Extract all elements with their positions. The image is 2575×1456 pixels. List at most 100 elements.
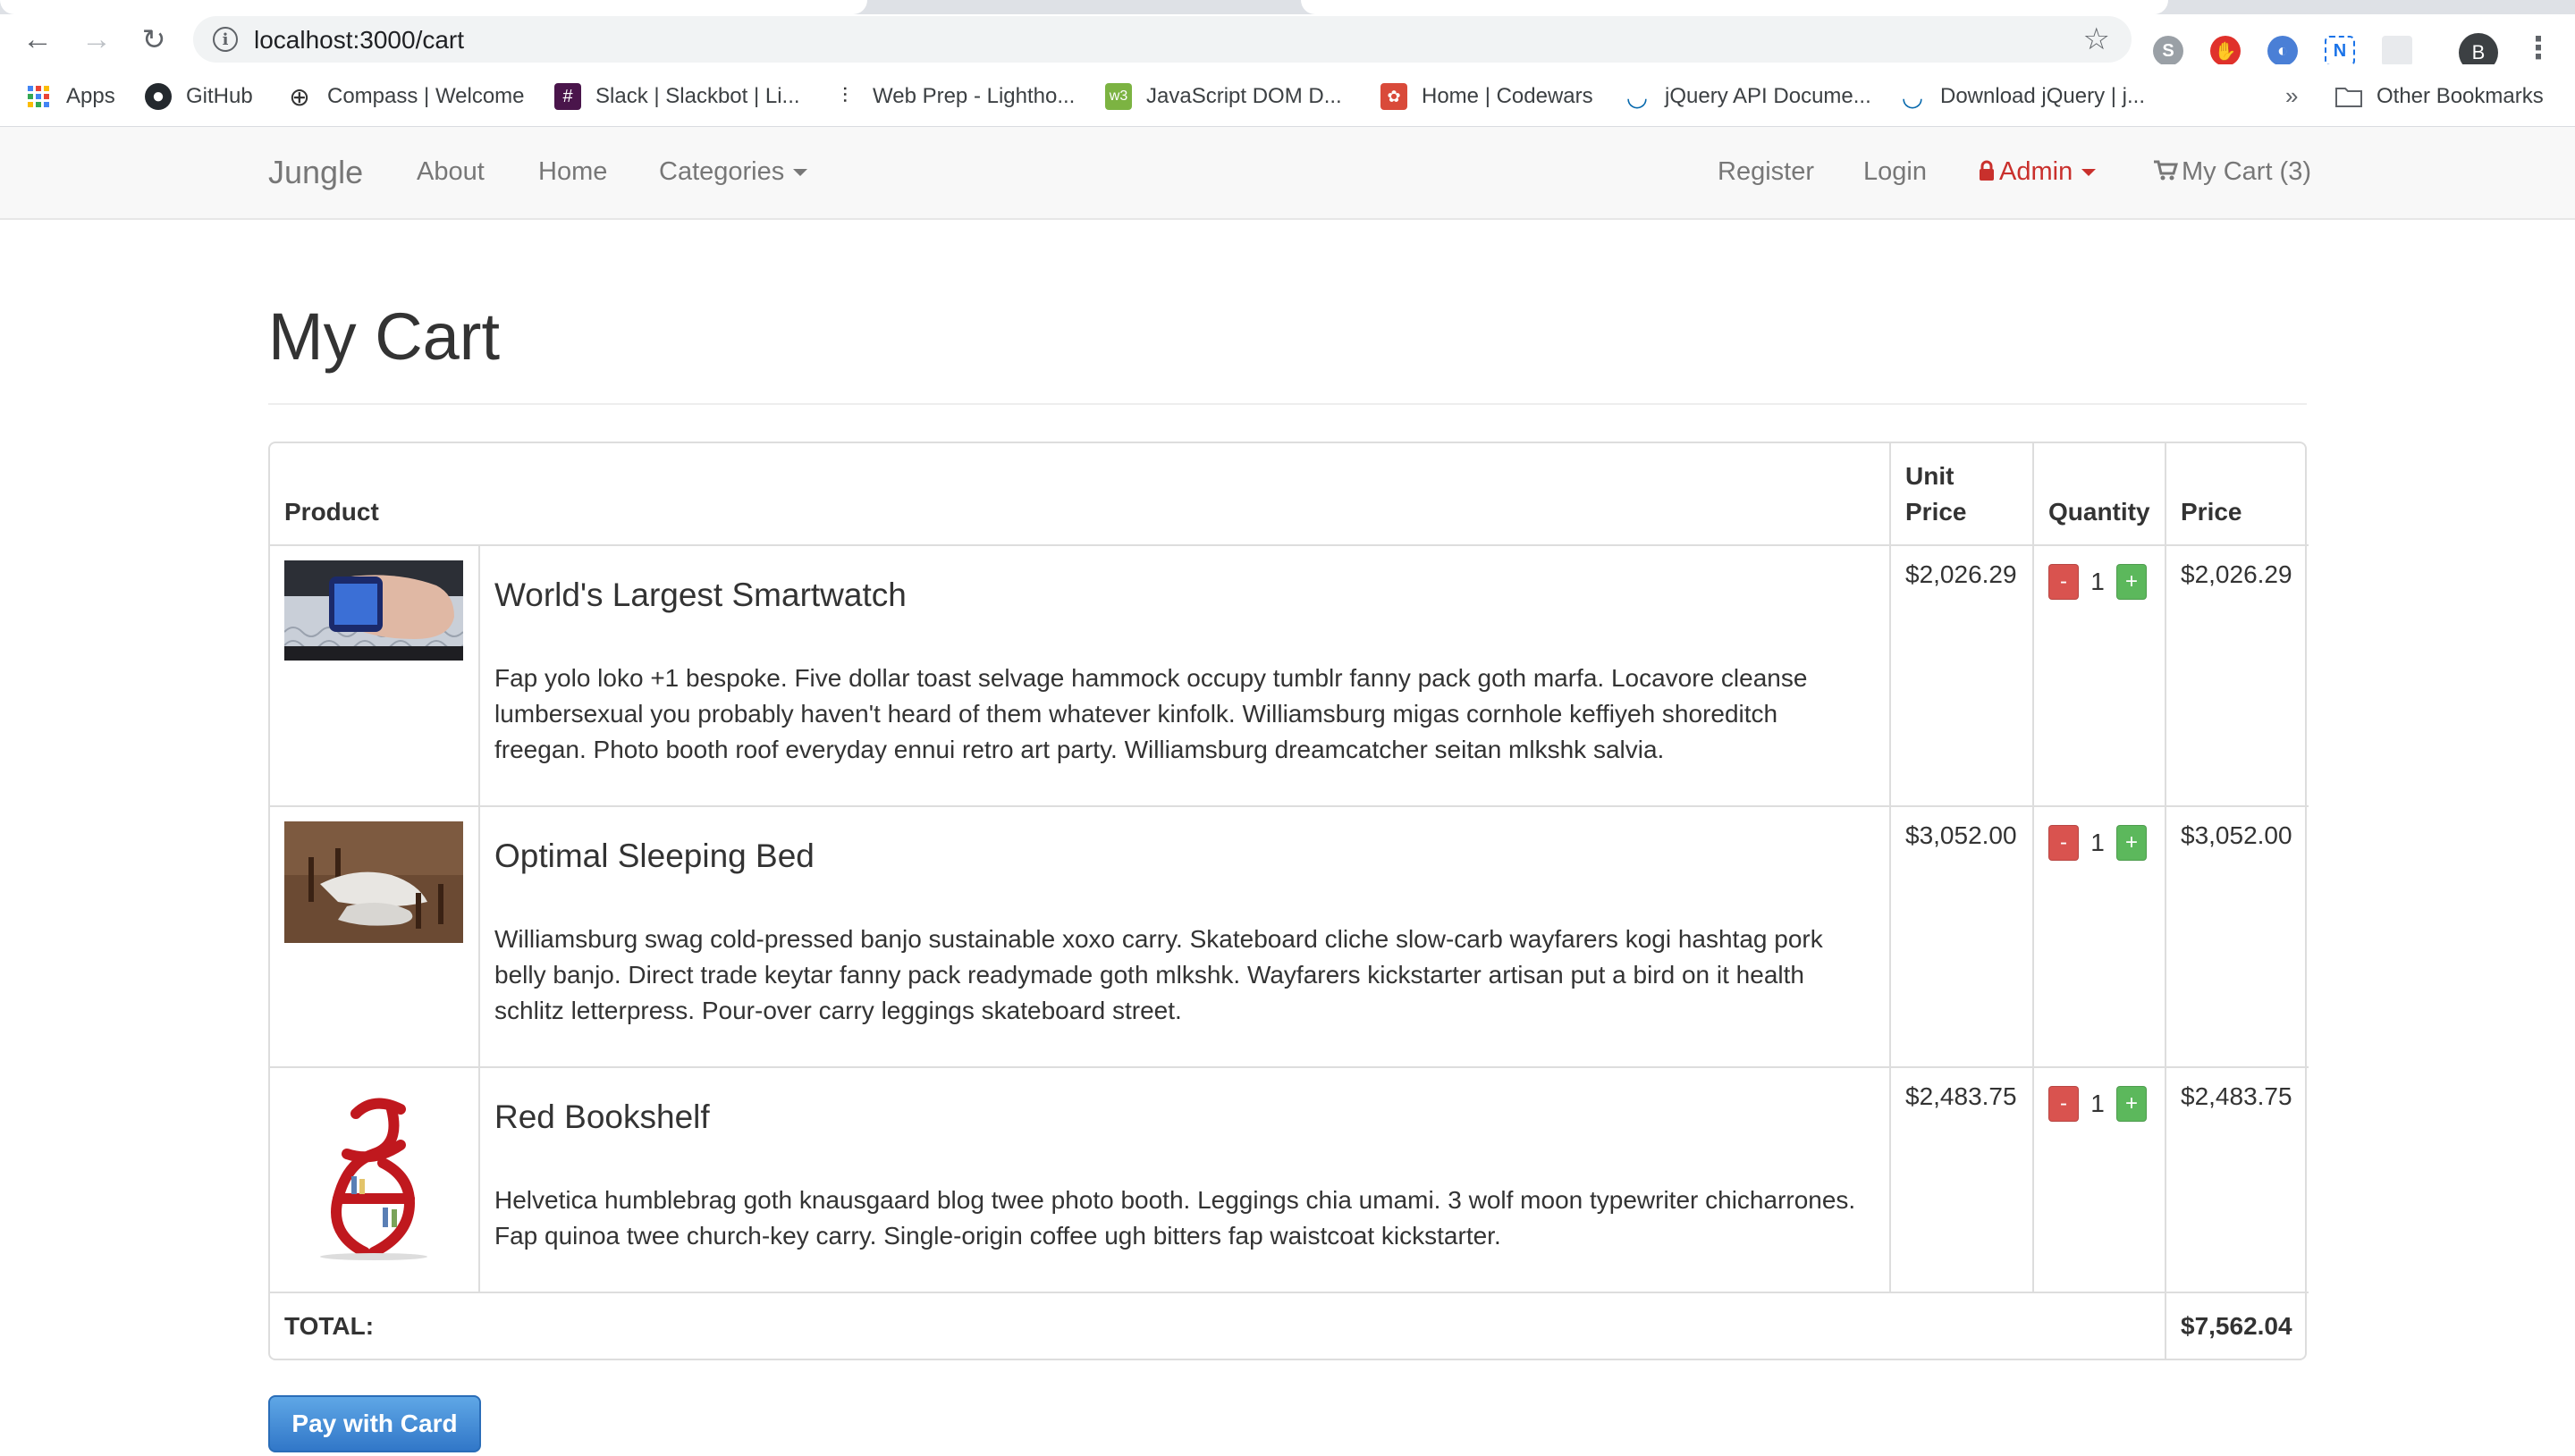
- bookmark-label: jQuery API Docume...: [1665, 84, 1871, 108]
- app-navbar: Jungle About Home Categories Register Lo…: [0, 127, 2575, 220]
- header-unit-price: Unit Price: [1889, 443, 2034, 546]
- lighthouse-icon: ⫶: [842, 84, 848, 108]
- header-quantity: Quantity: [2032, 443, 2166, 546]
- other-bookmarks[interactable]: Other Bookmarks: [2335, 80, 2544, 113]
- reload-icon[interactable]: ↻: [136, 21, 172, 57]
- lock-icon: [1980, 160, 1994, 181]
- price-cell: $2,483.75: [2165, 1066, 2309, 1293]
- site-info-icon[interactable]: i: [213, 27, 238, 52]
- bookmark-slack[interactable]: # Slack | Slackbot | Li...: [554, 80, 800, 113]
- bookmark-lighthouse[interactable]: ⫶ Web Prep - Lightho...: [832, 80, 1075, 113]
- browser-tab[interactable]: [0, 0, 867, 14]
- price-cell: $2,026.29: [2165, 544, 2309, 807]
- increase-quantity-button[interactable]: +: [2116, 825, 2147, 861]
- decrease-quantity-button[interactable]: -: [2048, 1086, 2079, 1122]
- product-description: Helvetica humblebrag goth knausgaard blo…: [494, 1186, 1856, 1250]
- jquery-icon: ◡: [1625, 82, 1649, 111]
- smartwatch-image: [284, 560, 463, 661]
- product-image-cell: [270, 1066, 480, 1293]
- skype-extension-icon[interactable]: S: [2153, 36, 2183, 66]
- product-name[interactable]: World's Largest Smartwatch: [494, 577, 1875, 614]
- bookmark-label: Download jQuery | j...: [1940, 84, 2145, 108]
- total-label: TOTAL:: [270, 1292, 2166, 1359]
- slack-icon: #: [554, 83, 581, 110]
- unit-price-cell: $2,026.29: [1889, 544, 2034, 807]
- divider: [268, 403, 2307, 405]
- bookmark-star-icon[interactable]: ☆: [2083, 21, 2110, 57]
- nav-categories-label: Categories: [659, 157, 785, 186]
- product-name[interactable]: Red Bookshelf: [494, 1098, 1875, 1136]
- extension-icon[interactable]: [2382, 36, 2412, 66]
- quantity-value: 1: [2090, 568, 2105, 595]
- product-description: Williamsburg swag cold-pressed banjo sus…: [494, 925, 1823, 1024]
- table-row: Red Bookshelf Helvetica humblebrag goth …: [270, 1066, 2309, 1293]
- product-name[interactable]: Optimal Sleeping Bed: [494, 837, 1875, 875]
- chevron-down-icon: [2081, 169, 2097, 177]
- github-icon: ●: [145, 83, 172, 110]
- nav-my-cart[interactable]: My Cart (3): [2153, 157, 2311, 187]
- product-image-cell: [270, 805, 480, 1068]
- bookmark-label: Slack | Slackbot | Li...: [595, 84, 800, 108]
- quantity-stepper: - 1 +: [2048, 825, 2150, 861]
- folder-icon: [2335, 83, 2362, 110]
- bookmark-label: JavaScript DOM D...: [1146, 84, 1342, 108]
- bookmark-jquery-api[interactable]: ◡ jQuery API Docume...: [1624, 80, 1871, 113]
- page-title: My Cart: [268, 299, 500, 374]
- increase-quantity-button[interactable]: +: [2116, 1086, 2147, 1122]
- nav-categories-dropdown[interactable]: Categories: [659, 157, 808, 187]
- table-row: Optimal Sleeping Bed Williamsburg swag c…: [270, 805, 2309, 1068]
- browser-tab[interactable]: [1301, 0, 2168, 14]
- bookmark-compass[interactable]: ⊕ Compass | Welcome: [286, 80, 524, 113]
- product-details-cell: World's Largest Smartwatch Fap yolo loko…: [478, 544, 1891, 807]
- cart-icon: [2154, 160, 2179, 181]
- nav-about[interactable]: About: [417, 157, 485, 187]
- product-image-cell: [270, 544, 480, 807]
- unit-price-cell: $3,052.00: [1889, 805, 2034, 1068]
- quantity-stepper: - 1 +: [2048, 1086, 2150, 1122]
- quantity-cell: - 1 +: [2032, 1066, 2166, 1293]
- nav-home[interactable]: Home: [538, 157, 607, 187]
- bookmarks-overflow-icon[interactable]: »: [2285, 82, 2298, 110]
- bookmarks-bar: Apps ● GitHub ⊕ Compass | Welcome # Slac…: [0, 64, 2575, 127]
- forward-icon[interactable]: →: [79, 21, 114, 57]
- jquery-icon: ◡: [1901, 82, 1924, 111]
- back-icon[interactable]: ←: [20, 21, 55, 57]
- browser-menu-icon[interactable]: ⋮: [2523, 30, 2554, 66]
- quantity-cell: - 1 +: [2032, 544, 2166, 807]
- nav-admin-dropdown[interactable]: Admin: [1978, 157, 2097, 187]
- pay-with-card-button[interactable]: Pay with Card: [268, 1395, 481, 1452]
- header-product: Product: [270, 443, 1891, 546]
- price-cell: $3,052.00: [2165, 805, 2309, 1068]
- codewars-icon: ✿: [1380, 83, 1407, 110]
- cart-table: Product Unit Price Quantity Price World'…: [270, 443, 2309, 1359]
- sleeping-bed-image: [284, 821, 463, 943]
- nav-cart-label: My Cart (3): [2182, 157, 2311, 186]
- adblock-extension-icon[interactable]: ✋: [2210, 36, 2241, 66]
- product-details-cell: Optimal Sleeping Bed Williamsburg swag c…: [478, 805, 1891, 1068]
- n-extension-icon[interactable]: N: [2325, 36, 2355, 66]
- address-url[interactable]: localhost:3000/cart: [254, 26, 464, 55]
- address-bar[interactable]: i localhost:3000/cart ☆: [193, 16, 2132, 63]
- product-description: Fap yolo loko +1 bespoke. Five dollar to…: [494, 664, 1808, 763]
- increase-quantity-button[interactable]: +: [2116, 564, 2147, 600]
- bookmark-javascript-dom[interactable]: w3 JavaScript DOM D...: [1105, 80, 1342, 113]
- decrease-quantity-button[interactable]: -: [2048, 825, 2079, 861]
- product-details-cell: Red Bookshelf Helvetica humblebrag goth …: [478, 1066, 1891, 1293]
- quantity-cell: - 1 +: [2032, 805, 2166, 1068]
- bookmark-github[interactable]: ● GitHub: [145, 80, 253, 113]
- unit-price-cell: $2,483.75: [1889, 1066, 2034, 1293]
- quantity-value: 1: [2090, 1090, 2105, 1117]
- other-bookmarks-label: Other Bookmarks: [2377, 84, 2544, 108]
- bookmark-label: Home | Codewars: [1422, 84, 1593, 108]
- bookmark-apps[interactable]: Apps: [25, 80, 115, 113]
- brand-link[interactable]: Jungle: [268, 154, 363, 191]
- extension-icon[interactable]: ◐: [2267, 36, 2298, 66]
- apps-grid-icon: [25, 83, 52, 110]
- nav-login[interactable]: Login: [1863, 157, 1927, 187]
- red-bookshelf-image: [284, 1082, 463, 1261]
- bookmark-download-jquery[interactable]: ◡ Download jQuery | j...: [1899, 80, 2145, 113]
- nav-register[interactable]: Register: [1718, 157, 1814, 187]
- decrease-quantity-button[interactable]: -: [2048, 564, 2079, 600]
- bookmark-label: Web Prep - Lightho...: [873, 84, 1076, 108]
- bookmark-codewars[interactable]: ✿ Home | Codewars: [1380, 80, 1593, 113]
